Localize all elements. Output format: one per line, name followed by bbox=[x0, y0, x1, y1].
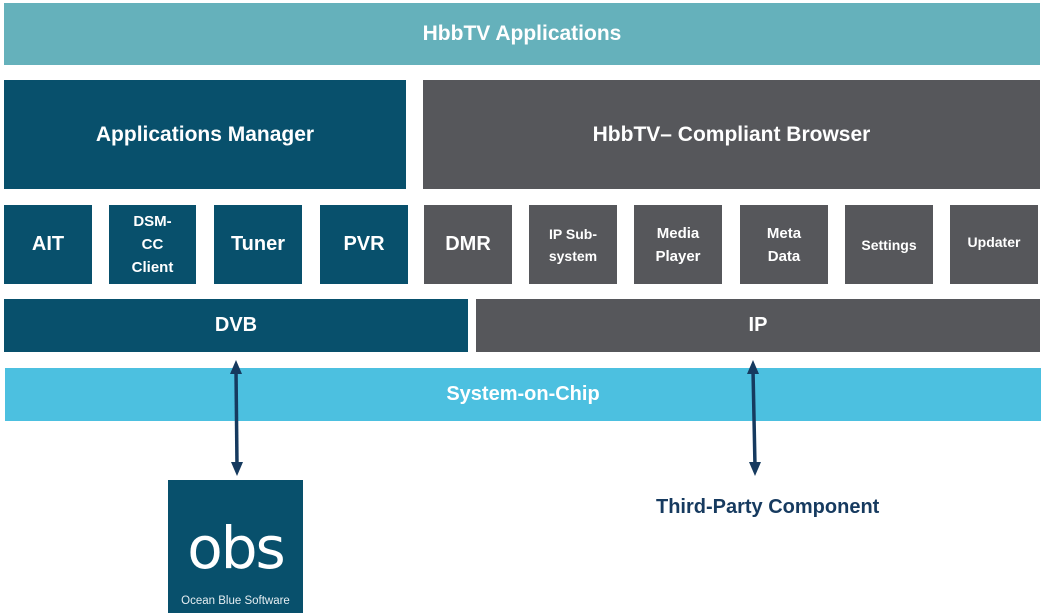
arrow-head-up bbox=[230, 360, 242, 374]
third-party-component-label: Third-Party Component bbox=[656, 496, 880, 518]
arrow-head-down bbox=[749, 462, 761, 476]
obs-logo-mark: obs bbox=[187, 514, 286, 582]
ocean-blue-software-logo: obs Ocean Blue Software bbox=[168, 480, 303, 613]
arrow-head-up bbox=[747, 360, 759, 374]
arrow-dvb-to-obs bbox=[230, 360, 243, 476]
obs-logo-tagline: Ocean Blue Software bbox=[181, 595, 290, 607]
arrow-head-down bbox=[231, 462, 243, 476]
arrow-ip-to-third-party bbox=[747, 360, 761, 476]
connector-arrows bbox=[230, 360, 761, 476]
